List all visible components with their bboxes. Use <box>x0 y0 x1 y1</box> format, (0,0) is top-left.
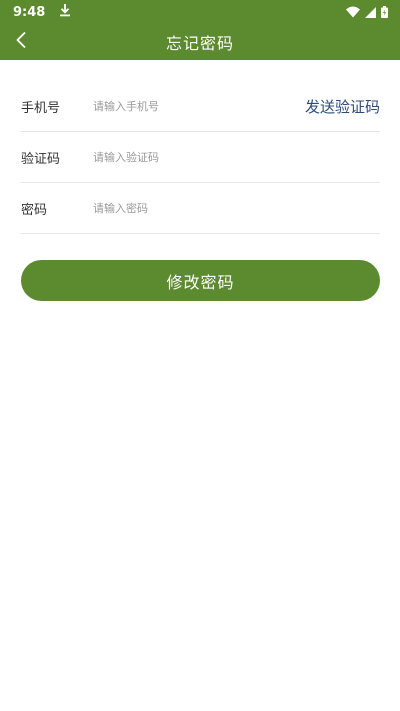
password-input[interactable] <box>93 201 273 215</box>
phone-row: 手机号 发送验证码 <box>21 81 380 132</box>
code-row: 验证码 <box>21 132 380 183</box>
battery-icon <box>381 3 388 22</box>
wifi-icon <box>346 3 360 22</box>
phone-label: 手机号 <box>21 100 61 116</box>
page-title: 忘记密码 <box>165 34 234 53</box>
app-bar: 忘记密码 <box>0 24 400 60</box>
change-password-button[interactable]: 修改密码 <box>21 260 380 301</box>
signal-icon <box>365 3 376 22</box>
download-icon <box>59 3 71 21</box>
code-label: 验证码 <box>21 151 61 167</box>
chevron-left-icon <box>15 31 27 53</box>
status-bar: 9:48 <box>0 0 400 24</box>
phone-input[interactable] <box>93 99 273 113</box>
password-label: 密码 <box>21 202 48 218</box>
reset-password-form: 手机号 发送验证码 验证码 密码 <box>21 81 380 234</box>
status-right <box>346 3 388 22</box>
status-left: 9:48 <box>13 3 71 21</box>
code-input[interactable] <box>93 150 273 164</box>
back-button[interactable] <box>6 24 36 60</box>
password-row: 密码 <box>21 183 380 234</box>
status-time: 9:48 <box>13 4 46 20</box>
send-code-button[interactable]: 发送验证码 <box>305 81 380 132</box>
